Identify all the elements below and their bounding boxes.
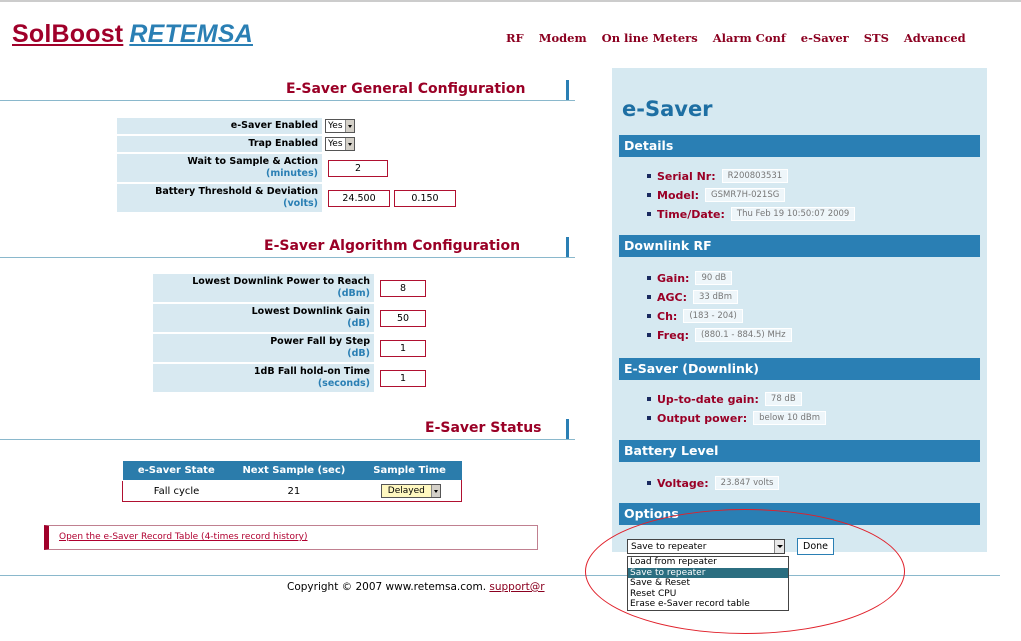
section-divider bbox=[0, 439, 575, 440]
trap-enabled-label: Trap Enabled bbox=[117, 136, 322, 152]
bullet-icon bbox=[647, 397, 651, 401]
nav-advanced[interactable]: Advanced bbox=[904, 31, 966, 45]
logo-solboost: SolBoost bbox=[12, 20, 124, 48]
chevron-down-icon bbox=[344, 120, 354, 132]
gain-item: Gain: 90 dB bbox=[647, 271, 733, 285]
section-marker bbox=[566, 419, 569, 439]
details-header: Details bbox=[619, 135, 980, 157]
battery-deviation-input[interactable]: 0.150 bbox=[394, 189, 456, 207]
output-power-item: Output power: below 10 dBm bbox=[647, 411, 826, 425]
freq-item: Freq: (880.1 - 884.5) MHz bbox=[647, 328, 792, 342]
trap-enabled-select[interactable]: Yes bbox=[325, 137, 355, 151]
nav-online-meters[interactable]: On line Meters bbox=[602, 31, 698, 45]
annotation-circle bbox=[585, 509, 905, 634]
hold-on-time-label: 1dB Fall hold-on Time (seconds) bbox=[153, 364, 374, 392]
section-divider bbox=[0, 100, 575, 101]
general-config-title: E-Saver General Configuration bbox=[286, 81, 526, 97]
bullet-icon bbox=[647, 295, 651, 299]
logo[interactable]: SolBoost RETEMSA bbox=[12, 20, 253, 49]
esaver-downlink-header: E-Saver (Downlink) bbox=[619, 358, 980, 380]
power-fall-input[interactable]: 1 bbox=[380, 339, 426, 357]
esaver-enabled-select[interactable]: Yes bbox=[325, 119, 355, 133]
chevron-down-icon bbox=[344, 138, 354, 150]
bullet-icon bbox=[647, 333, 651, 337]
lowest-gain-label: Lowest Downlink Gain (dB) bbox=[153, 304, 374, 332]
uptodate-gain-item: Up-to-date gain: 78 dB bbox=[647, 392, 802, 406]
algorithm-config-table: Lowest Downlink Power to Reach (dBm) 8 Lo… bbox=[153, 272, 426, 394]
general-config-table: e-Saver Enabled Yes Trap Enabled Yes Wai… bbox=[117, 116, 456, 214]
section-divider bbox=[0, 257, 575, 258]
bullet-icon bbox=[647, 416, 651, 420]
serial-item: Serial Nr: R200803531 bbox=[647, 169, 789, 183]
lowest-gain-input[interactable]: 50 bbox=[380, 309, 426, 327]
battery-header: Battery Level bbox=[619, 440, 980, 462]
nav-modem[interactable]: Modem bbox=[539, 31, 587, 45]
downlink-header: Downlink RF bbox=[619, 235, 980, 257]
wait-sample-label: Wait to Sample & Action (minutes) bbox=[117, 154, 322, 182]
status-state: Fall cycle bbox=[122, 480, 231, 502]
power-fall-label: Power Fall by Step (dB) bbox=[153, 334, 374, 362]
bullet-icon bbox=[647, 193, 651, 197]
nav-sts[interactable]: STS bbox=[864, 31, 889, 45]
status-header-time: Sample Time bbox=[357, 461, 462, 481]
status-next-sample: 21 bbox=[230, 480, 358, 502]
footer: Copyright © 2007 www.retemsa.com. suppor… bbox=[287, 581, 545, 593]
lowest-power-label: Lowest Downlink Power to Reach (dBm) bbox=[153, 274, 374, 302]
esaver-enabled-label: e-Saver Enabled bbox=[117, 118, 322, 134]
model-item: Model: GSMR7H-021SG bbox=[647, 188, 786, 202]
nav-esaver[interactable]: e-Saver bbox=[801, 31, 849, 45]
status-header-state: e-Saver State bbox=[122, 461, 231, 481]
record-table-link[interactable]: Open the e-Saver Record Table (4-times r… bbox=[59, 532, 308, 542]
bullet-icon bbox=[647, 174, 651, 178]
channel-item: Ch: (183 - 204) bbox=[647, 309, 743, 323]
chevron-down-icon bbox=[430, 485, 440, 497]
nav-alarm-conf[interactable]: Alarm Conf bbox=[713, 31, 786, 45]
section-marker bbox=[566, 80, 569, 100]
esaver-panel: e-Saver Details Serial Nr: R200803531 Mod… bbox=[612, 68, 987, 552]
lowest-power-input[interactable]: 8 bbox=[380, 279, 426, 297]
bullet-icon bbox=[647, 481, 651, 485]
status-title: E-Saver Status bbox=[425, 420, 542, 436]
algorithm-config-title: E-Saver Algorithm Configuration bbox=[264, 238, 521, 254]
record-table-box: Open the e-Saver Record Table (4-times r… bbox=[44, 525, 538, 550]
wait-sample-input[interactable]: 2 bbox=[328, 159, 388, 177]
hold-on-time-input[interactable]: 1 bbox=[380, 369, 426, 387]
battery-threshold-input[interactable]: 24.500 bbox=[328, 189, 390, 207]
bullet-icon bbox=[647, 276, 651, 280]
voltage-item: Voltage: 23.847 volts bbox=[647, 476, 780, 490]
section-marker bbox=[566, 237, 569, 257]
nav-rf[interactable]: RF bbox=[506, 31, 524, 45]
support-email-link[interactable]: support@r bbox=[489, 581, 544, 593]
bullet-icon bbox=[647, 314, 651, 318]
logo-retemsa: RETEMSA bbox=[129, 20, 253, 48]
top-nav: RF Modem On line Meters Alarm Conf e-Sav… bbox=[506, 31, 981, 45]
panel-title: e-Saver bbox=[622, 97, 713, 121]
sample-time-select[interactable]: Delayed bbox=[380, 484, 441, 498]
agc-item: AGC: 33 dBm bbox=[647, 290, 739, 304]
time-item: Time/Date: Thu Feb 19 10:50:07 2009 bbox=[647, 207, 856, 221]
battery-threshold-label: Battery Threshold & Deviation (volts) bbox=[117, 184, 322, 212]
status-header-next: Next Sample (sec) bbox=[230, 461, 358, 481]
top-border bbox=[0, 0, 1021, 8]
bullet-icon bbox=[647, 212, 651, 216]
status-table: e-Saver State Next Sample (sec) Sample T… bbox=[122, 461, 462, 502]
copyright-text: Copyright © 2007 www.retemsa.com. bbox=[287, 581, 487, 593]
